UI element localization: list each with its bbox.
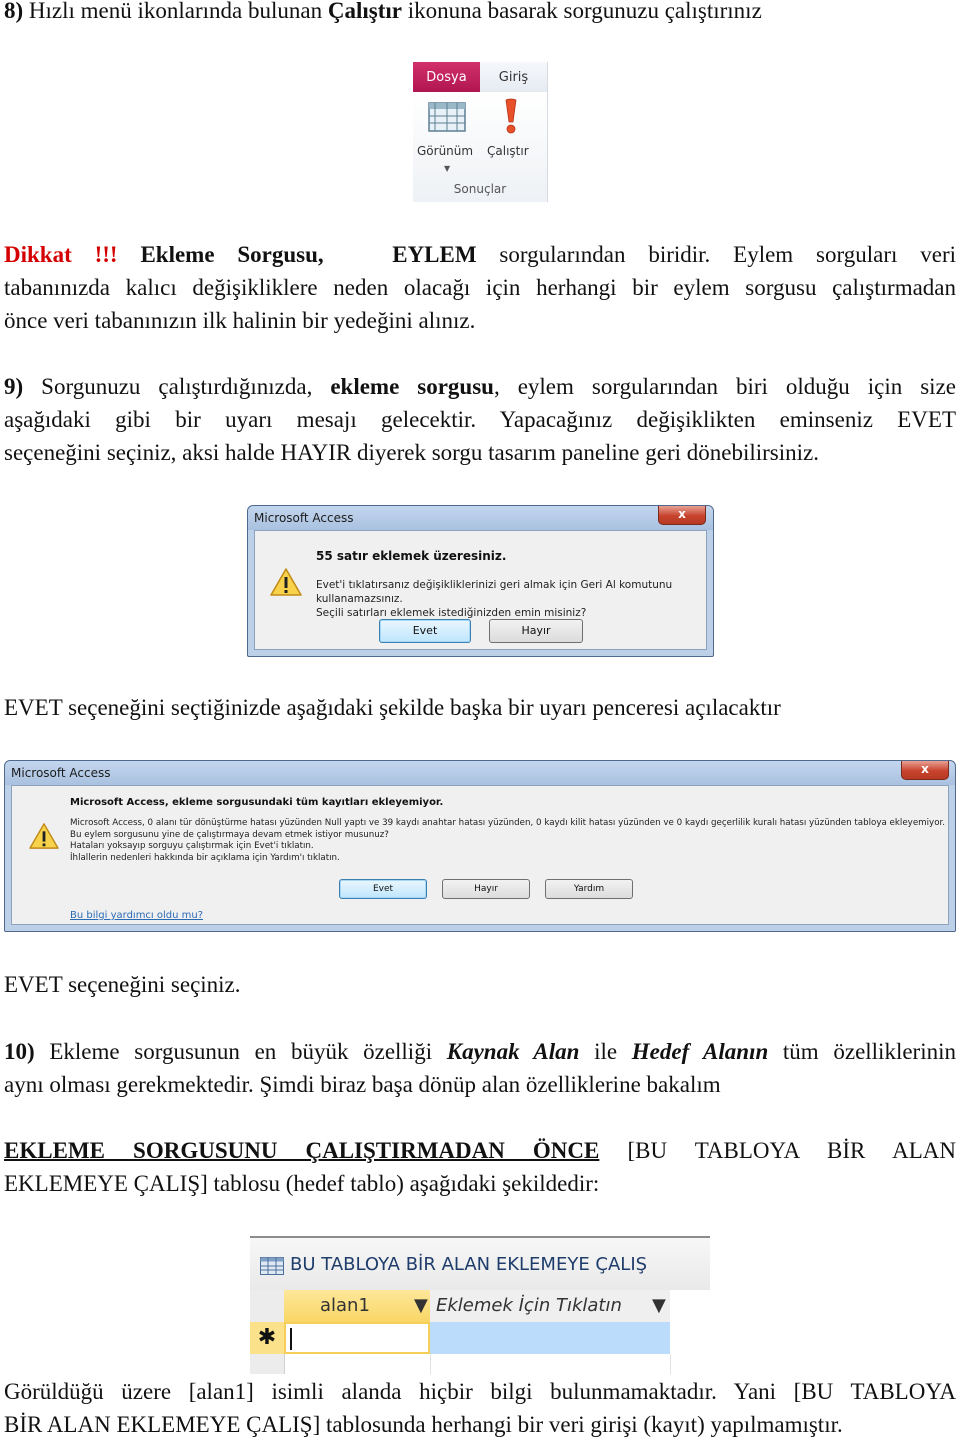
target-field-term: Hedef Alanın bbox=[631, 1039, 769, 1064]
conclusion-paragraph: Görüldüğü üzere [alan1] isimli alanda hi… bbox=[4, 1379, 956, 1437]
close-button[interactable]: x bbox=[658, 506, 706, 525]
dialog-heading: 55 satır eklemek üzeresiniz. bbox=[316, 549, 507, 563]
warning-note: Dikkat !!! Ekleme Sorgusu, EYLEM sorgula… bbox=[4, 242, 956, 333]
dialog-title-bar: Microsoft Access bbox=[5, 761, 955, 785]
feedback-link[interactable]: Bu bilgi yardımcı oldu mu? bbox=[70, 910, 203, 921]
select-yes-instruction: EVET seçeneğini seçiniz. bbox=[4, 972, 241, 997]
select-all-button[interactable] bbox=[250, 1290, 285, 1322]
grid-line bbox=[430, 1354, 431, 1374]
confirm-append-dialog: Microsoft Access x 55 satır eklemek üzer… bbox=[247, 505, 714, 657]
dialog-message: Microsoft Access, 0 alanı tür dönüştürme… bbox=[70, 818, 946, 863]
dialog-content: 55 satır eklemek üzeresiniz. Evet'i tıkl… bbox=[254, 530, 707, 650]
group-label: Sonuçlar bbox=[453, 182, 507, 196]
append-errors-dialog: Microsoft Access x Microsoft Access, ekl… bbox=[4, 760, 956, 932]
datasheet-grid-icon[interactable] bbox=[428, 102, 466, 132]
warning-label: Dikkat !!! bbox=[4, 242, 118, 267]
second-warning-intro: EVET seçeneğini seçtiğinizde aşağıdaki ş… bbox=[4, 695, 781, 720]
table-title: BU TABLOYA BİR ALAN EKLEMEYE ÇALIŞ bbox=[290, 1254, 648, 1275]
run-keyword: Çalıştır bbox=[327, 0, 402, 23]
yes-button[interactable]: Evet bbox=[379, 619, 471, 643]
run-button[interactable]: Çalıştır bbox=[487, 144, 529, 158]
table-tab[interactable]: BU TABLOYA BİR ALAN EKLEMEYE ÇALIŞ bbox=[250, 1238, 710, 1290]
view-button[interactable]: Görünüm bbox=[417, 144, 473, 158]
results-group: Görünüm Çalıştır ▼ Sonuçlar bbox=[413, 92, 547, 202]
no-button[interactable]: Hayır bbox=[442, 879, 530, 899]
step-9-instruction: 9) Sorgunuzu çalıştırdığınızda, ekleme s… bbox=[4, 374, 956, 465]
new-record-marker[interactable]: ✱ bbox=[250, 1322, 285, 1354]
no-button[interactable]: Hayır bbox=[489, 619, 583, 643]
warning-triangle-icon bbox=[29, 823, 59, 849]
dialog-message: Evet'i tıklatırsanız değişikliklerinizi … bbox=[316, 579, 673, 619]
step-8-instruction: 8) Hızlı menü ikonlarında bulunan Çalışt… bbox=[4, 0, 762, 23]
dialog-title-bar: Microsoft Access bbox=[248, 506, 713, 530]
tab-home[interactable]: Giriş bbox=[480, 62, 547, 92]
add-field-cell[interactable] bbox=[430, 1322, 670, 1354]
chevron-down-icon[interactable]: ▼ bbox=[652, 1295, 666, 1316]
ribbon-screenshot: Dosya Giriş Görünüm Çalıştır ▼ Sonuçlar bbox=[413, 62, 548, 202]
grid-line bbox=[670, 1354, 671, 1374]
help-button[interactable]: Yardım bbox=[545, 879, 633, 899]
close-button[interactable]: x bbox=[901, 761, 949, 780]
step-number: 8) bbox=[4, 0, 24, 23]
yes-button[interactable]: Evet bbox=[339, 879, 427, 899]
datasheet-screenshot: BU TABLOYA BİR ALAN EKLEMEYE ÇALIŞ alan1… bbox=[250, 1236, 710, 1374]
column-header-add-field[interactable]: Eklemek İçin Tıklatın ▼ bbox=[430, 1290, 670, 1322]
chevron-down-icon[interactable]: ▼ bbox=[444, 164, 450, 173]
warning-triangle-icon bbox=[270, 568, 302, 596]
exclamation-run-icon[interactable] bbox=[503, 98, 519, 134]
source-field-term: Kaynak Alan bbox=[446, 1039, 580, 1064]
dialog-content: Microsoft Access, ekleme sorgusundaki tü… bbox=[11, 785, 949, 925]
column-header-alan1[interactable]: alan1 ▼ bbox=[284, 1290, 431, 1322]
underlined-heading: EKLEME SORGUSUNU ÇALIŞTIRMADAN ÖNCE bbox=[4, 1138, 600, 1163]
chevron-down-icon[interactable]: ▼ bbox=[414, 1295, 428, 1316]
table-icon bbox=[260, 1257, 284, 1275]
tab-file[interactable]: Dosya bbox=[413, 62, 480, 92]
step-10-instruction: 10) Ekleme sorgusunun en büyük özelliği … bbox=[4, 1039, 956, 1097]
alan1-cell-input[interactable] bbox=[284, 1322, 430, 1354]
text-cursor bbox=[290, 1328, 292, 1350]
before-run-paragraph: EKLEME SORGUSUNU ÇALIŞTIRMADAN ÖNCE [BU … bbox=[4, 1138, 956, 1196]
dialog-heading: Microsoft Access, ekleme sorgusundaki tü… bbox=[70, 797, 444, 808]
row-selector[interactable] bbox=[250, 1354, 285, 1374]
